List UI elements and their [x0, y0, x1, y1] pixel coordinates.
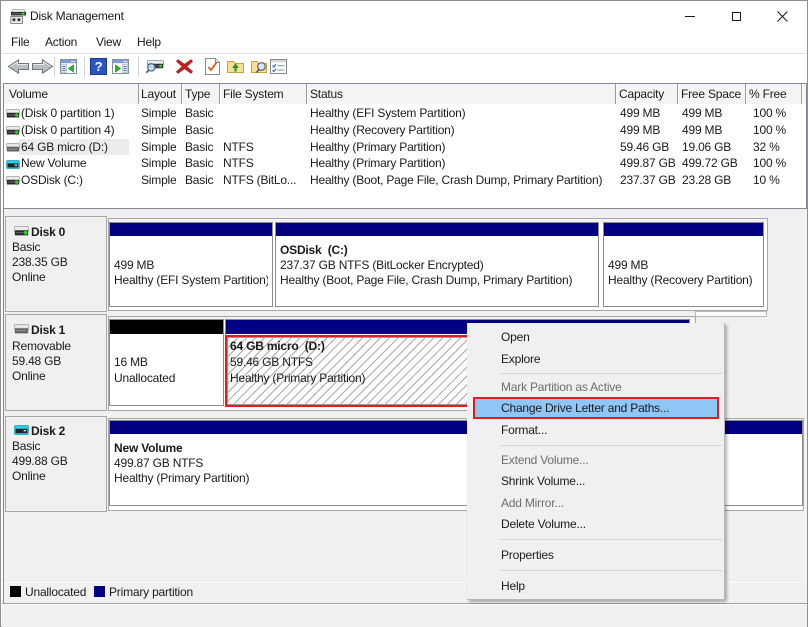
svg-text:?: ? — [95, 59, 103, 74]
